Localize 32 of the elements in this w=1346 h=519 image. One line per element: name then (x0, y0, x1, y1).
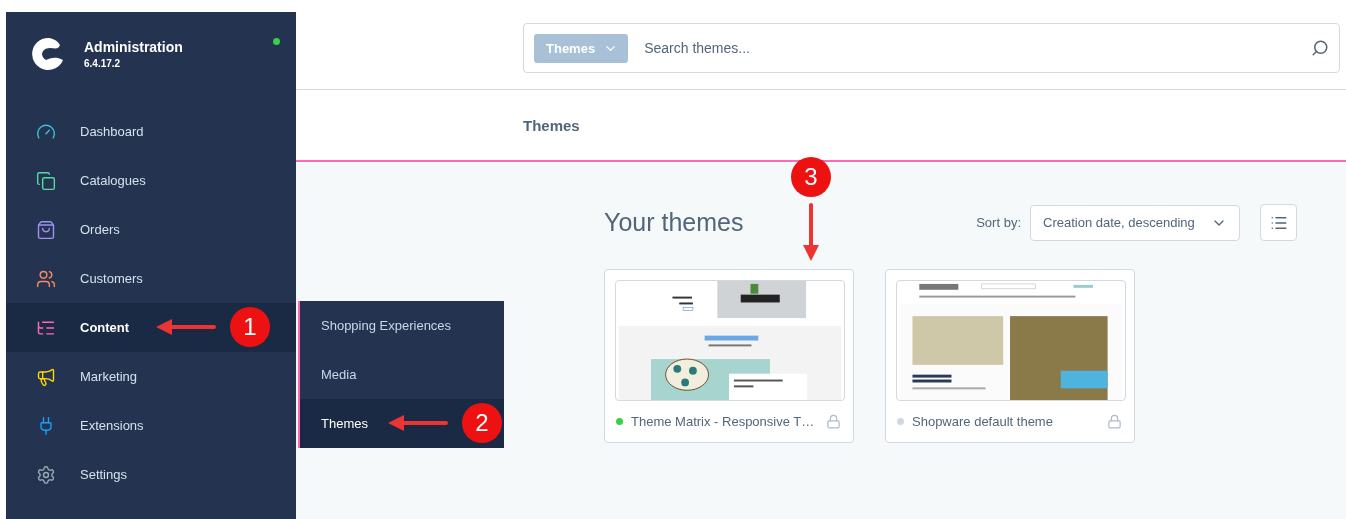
submenu-item[interactable]: Media (300, 350, 504, 399)
nav-item[interactable]: Customers (6, 254, 296, 303)
arrow-icon (156, 318, 216, 336)
app-version: 6.4.17.2 (84, 58, 122, 69)
arrow-icon (388, 414, 448, 432)
submenu-item[interactable]: Themes 2 (300, 399, 504, 448)
theme-card[interactable]: Shopware default theme (885, 269, 1135, 443)
annotation-number: 3 (791, 157, 831, 197)
sort-select[interactable]: Creation date, descending (1030, 204, 1240, 241)
arrow-icon (802, 203, 820, 261)
sort-label: Sort by: (976, 215, 1021, 230)
annotation-number: 2 (462, 403, 502, 443)
nav-item[interactable]: Orders (6, 205, 296, 254)
section-heading: Your themes (604, 208, 745, 237)
logo-icon (30, 36, 66, 72)
lock-icon (1107, 414, 1122, 429)
nav-item[interactable]: Marketing (6, 352, 296, 401)
search-icon[interactable] (1311, 39, 1329, 57)
nav-item[interactable]: Dashboard (6, 107, 296, 156)
nav-item[interactable]: Content 1 (6, 303, 296, 352)
theme-name: Theme Matrix - Responsive T… (631, 414, 816, 429)
theme-card[interactable]: Theme Matrix - Responsive T… (604, 269, 854, 443)
annotation-number: 1 (230, 307, 270, 347)
nav-item[interactable]: Settings (6, 450, 296, 499)
app-title: Administration (84, 39, 184, 55)
page-title: Themes (523, 116, 580, 134)
submenu-item[interactable]: Shopping Experiences (300, 301, 504, 350)
nav-item[interactable]: Catalogues (6, 156, 296, 205)
theme-name: Shopware default theme (912, 414, 1054, 429)
lock-icon (826, 414, 841, 429)
list-view-button[interactable] (1260, 204, 1297, 241)
nav-item[interactable]: Extensions (6, 401, 296, 450)
